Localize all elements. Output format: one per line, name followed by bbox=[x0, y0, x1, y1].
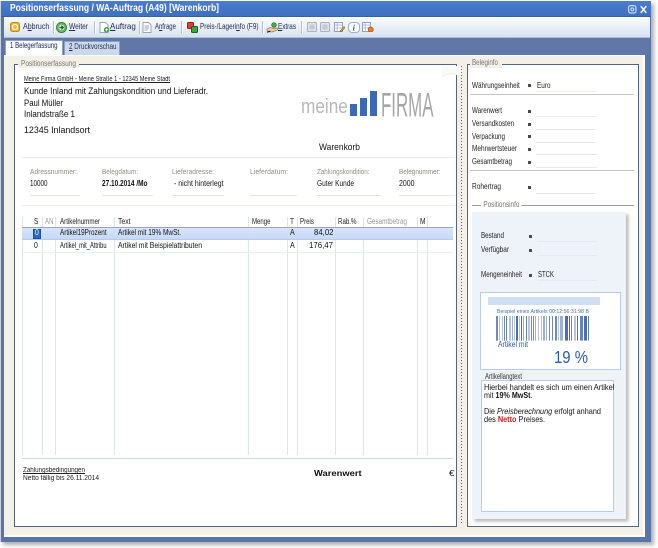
svg-text:FIRMA: FIRMA bbox=[381, 90, 434, 118]
